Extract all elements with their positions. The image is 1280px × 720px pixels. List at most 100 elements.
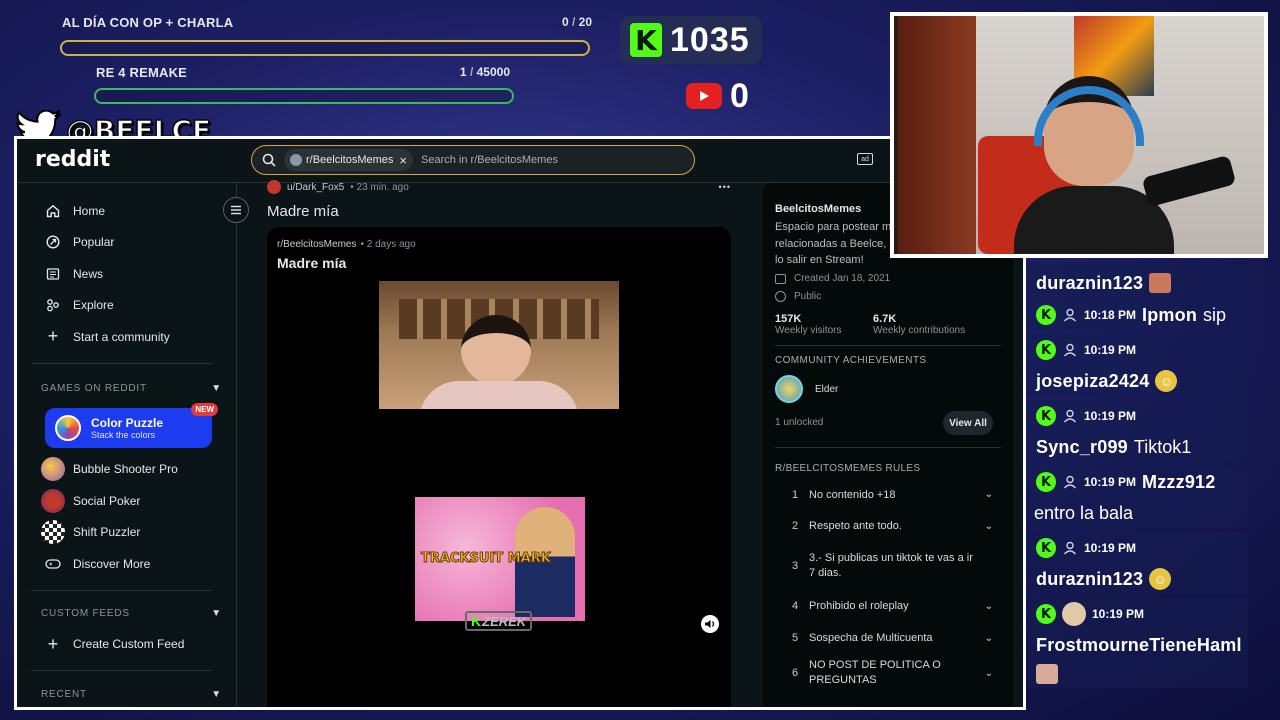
games-section-header[interactable]: GAMES ON REDDIT ▼ [17,374,236,404]
chat-message: K 10:18 PM Ipmon sip [1028,300,1248,330]
shift-puzzler-icon [41,520,65,545]
close-icon[interactable]: × [399,153,407,168]
chat-message: K 10:19 PM [1028,532,1248,564]
rule-6[interactable]: 6 NO POST DE POLITICA O PREGUNTAS ⌄ [781,654,993,692]
webcam-door [898,16,976,254]
face-emote-icon [1036,664,1058,684]
game-social-poker[interactable]: Social Poker [17,485,236,517]
chevron-down-icon: ⌄ [984,600,993,612]
new-badge: NEW [191,402,218,416]
kick-badge-icon: K [1036,604,1056,624]
chat-message: K 10:19 PM [1028,598,1248,630]
explore-icon [45,297,61,313]
subreddit-avatar-icon [290,154,302,166]
video-frame-cartoon[interactable]: TRACKSUIT MARK [415,497,585,621]
volume-icon[interactable] [701,615,719,633]
embed-header: r/BeelcitosMemes • 2 days ago [277,239,416,250]
nav-home[interactable]: Home [17,195,236,227]
goal-2-count: 1 / 45000 [459,65,510,79]
rule-3[interactable]: 3 3.- Si publicas un tiktok te vas a ir … [781,542,993,590]
embed-title: Madre mía [277,255,347,271]
chevron-down-icon: ⌄ [984,489,993,500]
user-icon [1062,540,1078,556]
custom-feeds-header[interactable]: CUSTOM FEEDS ▼ [17,599,236,629]
game-bubble-shooter[interactable]: Bubble Shooter Pro [17,454,236,486]
post-title[interactable]: Madre mía [267,203,339,220]
home-icon [45,203,61,219]
goal-1: AL DÍA CON OP + CHARLA 0 / 20 [62,12,592,32]
achievement-badge-icon [775,375,803,403]
rules-list: 1 No contenido +18 ⌄ 2 Respeto ante todo… [781,479,993,692]
youtube-logo-icon [686,83,722,109]
goal-2-progress-bar [94,88,514,104]
post-author[interactable]: u/Dark_Fox5 [287,182,344,193]
advertise-icon[interactable]: ad [857,153,873,165]
embedded-post-card[interactable]: r/BeelcitosMemes • 2 days ago Madre mía … [267,227,731,707]
community-about-panel: BeelcitosMemes Espacio para postear m re… [763,183,1013,707]
reddit-logo[interactable]: reddit [35,147,110,172]
chevron-down-icon: ⌄ [984,632,993,644]
chat-message-cont: entro la bala [1028,498,1248,528]
kick-logo-icon: K [630,23,662,57]
achievement-elder[interactable]: Elder [775,375,838,403]
rule-5[interactable]: 5 Sospecha de Multicuenta ⌄ [781,622,993,654]
plus-icon: + [47,326,59,347]
zerek-watermark: K ZEREK [465,611,533,631]
cake-icon [775,273,786,284]
video-frame-streamer[interactable] [379,281,619,409]
gamepad-icon [41,558,65,570]
more-options-icon[interactable]: ••• [719,182,731,192]
color-puzzle-icon [55,414,81,441]
embed-sub[interactable]: r/BeelcitosMemes [277,239,356,250]
search-bar[interactable]: r/BeelcitosMemes × Search in r/Beelcitos… [251,145,695,175]
create-custom-feed[interactable]: + Create Custom Feed [17,629,236,661]
rule-1[interactable]: 1 No contenido +18 ⌄ [781,479,993,510]
chat-message-cont: Sync_r099 Tiktok1 [1028,432,1248,462]
bubble-shooter-icon [41,457,65,482]
avatar [1062,602,1086,626]
goal-1-progress-bar [60,40,590,56]
grin-emote-icon: ☺ [1149,568,1172,590]
chat-panel: duraznin123 K 10:18 PM Ipmon sip K 10:19… [1028,262,1248,696]
nav-explore[interactable]: Explore [17,290,236,322]
visibility-row: Public [775,291,821,302]
kick-count: 1035 [670,20,750,59]
game-shift-puzzler[interactable]: Shift Puzzler [17,517,236,549]
chevron-down-icon: ⌄ [984,520,993,532]
sidebar-divider [31,362,212,364]
recent-header[interactable]: RECENT ▼ [17,679,236,707]
chat-message-cont: josepiza2424 ☺ [1028,366,1248,396]
chat-message-cont: duraznin123 ☺ [1028,564,1248,594]
chat-message: K 10:19 PM [1028,334,1248,366]
plus-icon: + [47,633,59,654]
news-icon [45,266,61,282]
post-header: u/Dark_Fox5 • 23 min. ago ••• [267,179,731,195]
nav-list: Home Popular News Explore + Start a comm… [17,183,236,353]
rule-2[interactable]: 2 Respeto ante todo. ⌄ [781,510,993,542]
chevron-down-icon: ▼ [211,688,222,700]
nav-popular[interactable]: Popular [17,227,236,259]
view-all-button[interactable]: View All [943,411,993,435]
discover-more[interactable]: Discover More [17,548,236,580]
unlocked-count: 1 unlocked [775,417,824,428]
nav-news[interactable]: News [17,258,236,290]
streamer-body [419,381,579,409]
sidebar-collapse-button[interactable] [223,197,249,223]
globe-icon [775,291,786,302]
kick-badge-icon: K [1036,472,1056,492]
rule-4[interactable]: 4 Prohibido el roleplay ⌄ [781,590,993,622]
nav-start-community[interactable]: + Start a community [17,321,236,353]
author-avatar[interactable] [267,180,281,194]
chat-message: duraznin123 [1028,262,1248,300]
kick-follower-counter: K 1035 [620,16,762,64]
featured-game-color-puzzle[interactable]: Color Puzzle Stack the colors NEW [45,402,218,448]
community-name[interactable]: BeelcitosMemes [775,203,861,215]
user-icon [1062,342,1078,358]
sidebar-divider-2 [31,589,212,591]
chat-emote-row [1028,660,1248,688]
subreddit-filter-chip[interactable]: r/BeelcitosMemes × [284,149,414,171]
reddit-browser-window: reddit r/BeelcitosMemes × Search in r/Be… [14,136,1026,710]
user-icon [1062,474,1078,490]
goal-1-count: 0 / 20 [561,15,592,29]
chevron-down-icon: ⌄ [984,667,993,679]
